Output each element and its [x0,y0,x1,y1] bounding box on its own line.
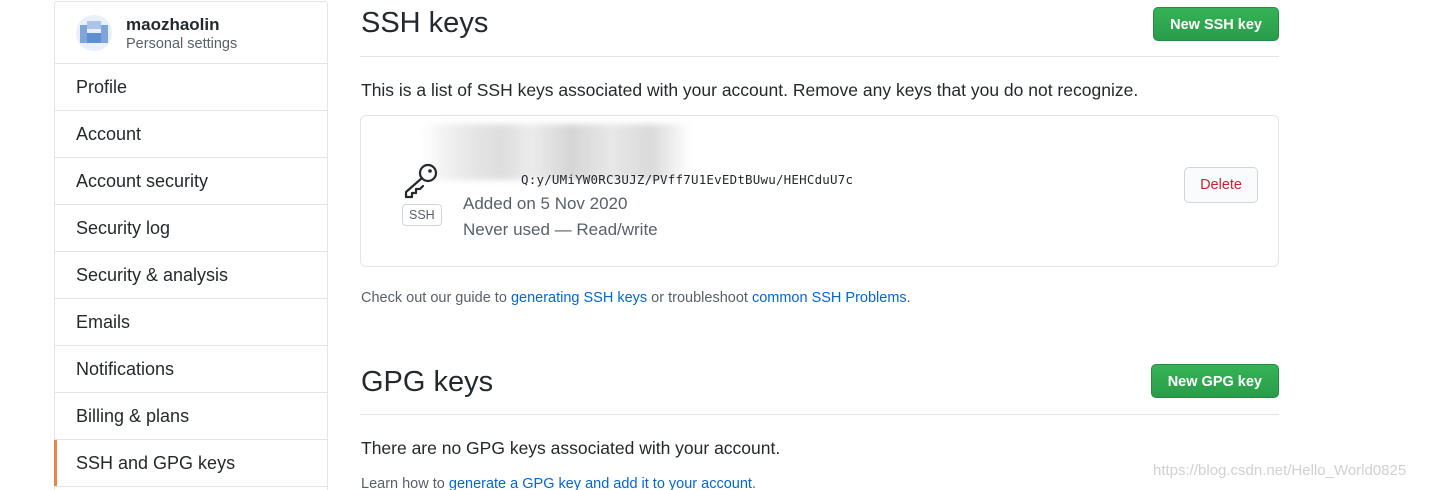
common-ssh-problems-link[interactable]: common SSH Problems [752,290,907,306]
settings-sidebar: maozhaolin Personal settings Profile Acc… [54,1,328,490]
username[interactable]: maozhaolin [126,15,220,35]
watermark: https://blog.csdn.net/Hello_World0825 [1153,462,1407,479]
gpg-section-header: GPG keys New GPG key [360,358,1279,415]
ssh-guide-text: Check out our guide to generating SSH ke… [361,290,911,306]
ssh-intro-text: This is a list of SSH keys associated wi… [361,80,1139,100]
sidebar-item-account-security[interactable]: Account security [55,158,327,205]
sidebar-item-billing[interactable]: Billing & plans [55,393,327,440]
gpg-learn-text: Learn how to generate a GPG key and add … [361,476,756,490]
learn-suffix: . [751,476,756,490]
sidebar-item-account[interactable]: Account [55,111,327,158]
key-usage: Never used — Read/write [463,220,658,239]
sidebar-item-security-log[interactable]: Security log [55,205,327,252]
settings-page: maozhaolin Personal settings Profile Acc… [0,0,1433,490]
gpg-keys-title: GPG keys [361,366,494,398]
sidebar-item-emails[interactable]: Emails [55,299,327,346]
ssh-section-header-wrap: SSH keys New SSH key [360,0,1279,57]
ssh-keys-title: SSH keys [361,7,489,39]
generating-ssh-keys-link[interactable]: generating SSH keys [511,290,647,306]
no-gpg-keys-text: There are no GPG keys associated with yo… [361,438,781,458]
new-ssh-key-button[interactable]: New SSH key [1153,7,1279,41]
ssh-section-header: SSH keys New SSH key [360,0,1279,57]
gpg-section-header-wrap: GPG keys New GPG key [360,358,1279,415]
delete-key-button[interactable]: Delete [1184,167,1258,203]
key-type-badge: SSH [402,204,442,226]
key-icon [404,163,438,199]
key-added-date: Added on 5 Nov 2020 [463,194,628,213]
profile-subtitle: Personal settings [126,36,238,52]
guide-prefix: Check out our guide to [361,290,511,306]
sidebar-item-ssh-gpg-keys[interactable]: SSH and GPG keys [54,440,327,487]
guide-middle: or troubleshoot [647,290,752,306]
generate-gpg-key-link[interactable]: generate a GPG key and add it to your ac… [449,476,752,490]
guide-suffix: . [906,290,911,306]
profile-header[interactable]: maozhaolin Personal settings [55,2,327,64]
ssh-key-item: SSH Q:y/UMiYW0RC3UJZ/PVff7U1EvEDtBUwu/HE… [360,115,1279,267]
key-fingerprint: Q:y/UMiYW0RC3UJZ/PVff7U1EvEDtBUwu/HEHCdu… [521,172,854,187]
sidebar-item-profile[interactable]: Profile [55,64,327,111]
sidebar-item-notifications[interactable]: Notifications [55,346,327,393]
new-gpg-key-button[interactable]: New GPG key [1150,364,1279,398]
sidebar-item-security-analysis[interactable]: Security & analysis [55,252,327,299]
avatar[interactable] [76,15,112,51]
learn-prefix: Learn how to [361,476,449,490]
